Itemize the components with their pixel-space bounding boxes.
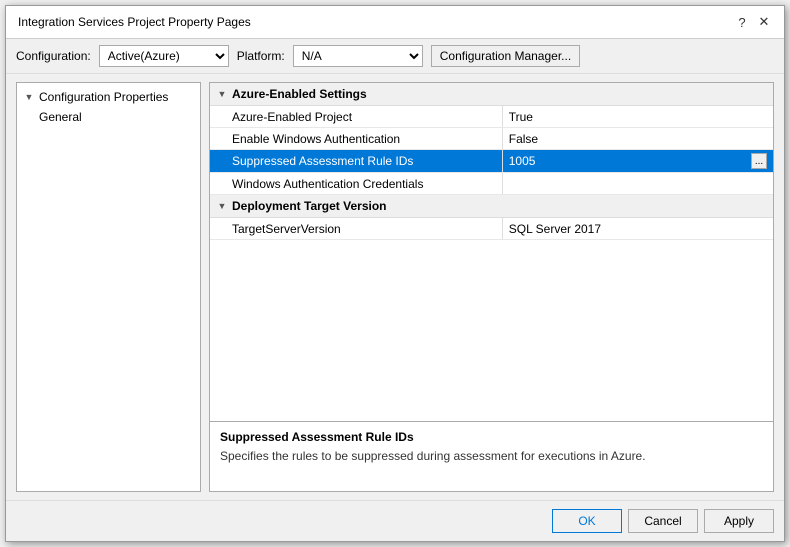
section-header-azure[interactable]: ▼ Azure-Enabled Settings xyxy=(210,83,773,106)
tree-parent-config-properties[interactable]: ▼ Configuration Properties xyxy=(17,87,200,107)
prop-row-target-version[interactable]: TargetServerVersion SQL Server 2017 xyxy=(210,218,773,240)
prop-name-suppressed: Suppressed Assessment Rule IDs xyxy=(210,150,503,172)
collapse-arrow-icon: ▼ xyxy=(23,91,35,103)
ok-button[interactable]: OK xyxy=(552,509,622,533)
prop-row-windows-auth[interactable]: Enable Windows Authentication False xyxy=(210,128,773,150)
prop-name-target-version: TargetServerVersion xyxy=(210,218,503,239)
prop-value-azure-enabled: True xyxy=(503,106,773,127)
right-panel: ▼ Azure-Enabled Settings Azure-Enabled P… xyxy=(209,82,774,492)
toolbar: Configuration: Active(Azure) Platform: N… xyxy=(6,39,784,74)
prop-row-windows-creds[interactable]: Windows Authentication Credentials xyxy=(210,173,773,195)
properties-table: ▼ Azure-Enabled Settings Azure-Enabled P… xyxy=(210,83,773,421)
dialog-title: Integration Services Project Property Pa… xyxy=(18,15,251,29)
dialog: Integration Services Project Property Pa… xyxy=(5,5,785,542)
main-content: ▼ Configuration Properties General ▼ Azu… xyxy=(6,74,784,500)
cancel-button[interactable]: Cancel xyxy=(628,509,698,533)
configuration-select[interactable]: Active(Azure) xyxy=(99,45,229,67)
title-bar-controls: ? ✕ xyxy=(734,14,772,30)
prop-name-windows-auth: Enable Windows Authentication xyxy=(210,128,503,149)
left-panel: ▼ Configuration Properties General xyxy=(16,82,201,492)
section-header-deployment[interactable]: ▼ Deployment Target Version xyxy=(210,195,773,218)
config-manager-button[interactable]: Configuration Manager... xyxy=(431,45,580,67)
platform-select[interactable]: N/A xyxy=(293,45,423,67)
description-text: Specifies the rules to be suppressed dur… xyxy=(220,448,763,465)
prop-row-suppressed[interactable]: Suppressed Assessment Rule IDs 1005 ... xyxy=(210,150,773,173)
platform-label: Platform: xyxy=(237,49,285,63)
prop-row-azure-enabled[interactable]: Azure-Enabled Project True xyxy=(210,106,773,128)
prop-value-target-version: SQL Server 2017 xyxy=(503,218,773,239)
ellipsis-button[interactable]: ... xyxy=(751,153,767,169)
configuration-label: Configuration: xyxy=(16,49,91,63)
section-deployment-collapse-icon: ▼ xyxy=(216,200,228,212)
section-deployment-label: Deployment Target Version xyxy=(232,199,386,213)
section-azure-label: Azure-Enabled Settings xyxy=(232,87,367,101)
tree-child-general[interactable]: General xyxy=(17,107,200,127)
suppressed-value-text: 1005 xyxy=(509,154,536,168)
prop-value-suppressed: 1005 ... xyxy=(503,150,773,172)
description-panel: Suppressed Assessment Rule IDs Specifies… xyxy=(210,421,773,491)
description-title: Suppressed Assessment Rule IDs xyxy=(220,430,763,444)
prop-value-windows-creds xyxy=(503,173,773,194)
close-button[interactable]: ✕ xyxy=(756,14,772,30)
apply-button[interactable]: Apply xyxy=(704,509,774,533)
tree-child-label: General xyxy=(39,110,82,124)
prop-value-windows-auth: False xyxy=(503,128,773,149)
title-bar: Integration Services Project Property Pa… xyxy=(6,6,784,39)
prop-name-windows-creds: Windows Authentication Credentials xyxy=(210,173,503,194)
prop-name-azure-enabled: Azure-Enabled Project xyxy=(210,106,503,127)
help-button[interactable]: ? xyxy=(734,14,750,30)
tree: ▼ Configuration Properties General xyxy=(17,83,200,131)
section-collapse-icon: ▼ xyxy=(216,88,228,100)
footer: OK Cancel Apply xyxy=(6,500,784,541)
tree-parent-label: Configuration Properties xyxy=(39,90,168,104)
